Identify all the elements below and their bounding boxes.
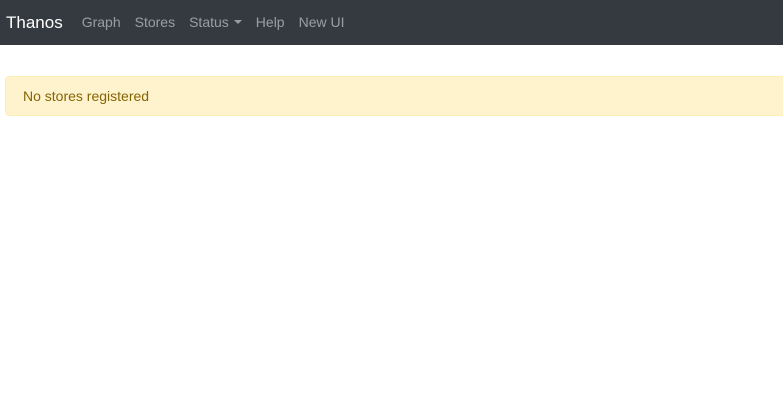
nav-links: Graph Stores Status Help New UI [75, 0, 352, 45]
nav-item-help-label: Help [255, 14, 285, 30]
nav-item-new-ui-label: New UI [298, 14, 345, 30]
nav-item-graph[interactable]: Graph [75, 0, 128, 45]
alert-message: No stores registered [23, 88, 150, 104]
nav-item-help[interactable]: Help [249, 0, 292, 45]
nav-item-status-dropdown[interactable]: Status [182, 0, 249, 45]
top-navbar: Thanos Graph Stores Status Help New UI [0, 0, 783, 45]
no-stores-alert: No stores registered [5, 76, 783, 116]
nav-item-new-ui[interactable]: New UI [292, 0, 352, 45]
nav-item-graph-label: Graph [81, 14, 121, 30]
nav-item-stores-label: Stores [134, 14, 176, 30]
nav-item-status-label: Status [189, 14, 229, 30]
brand-link[interactable]: Thanos [6, 0, 63, 45]
caret-down-icon [233, 19, 242, 24]
nav-item-stores[interactable]: Stores [128, 0, 182, 45]
